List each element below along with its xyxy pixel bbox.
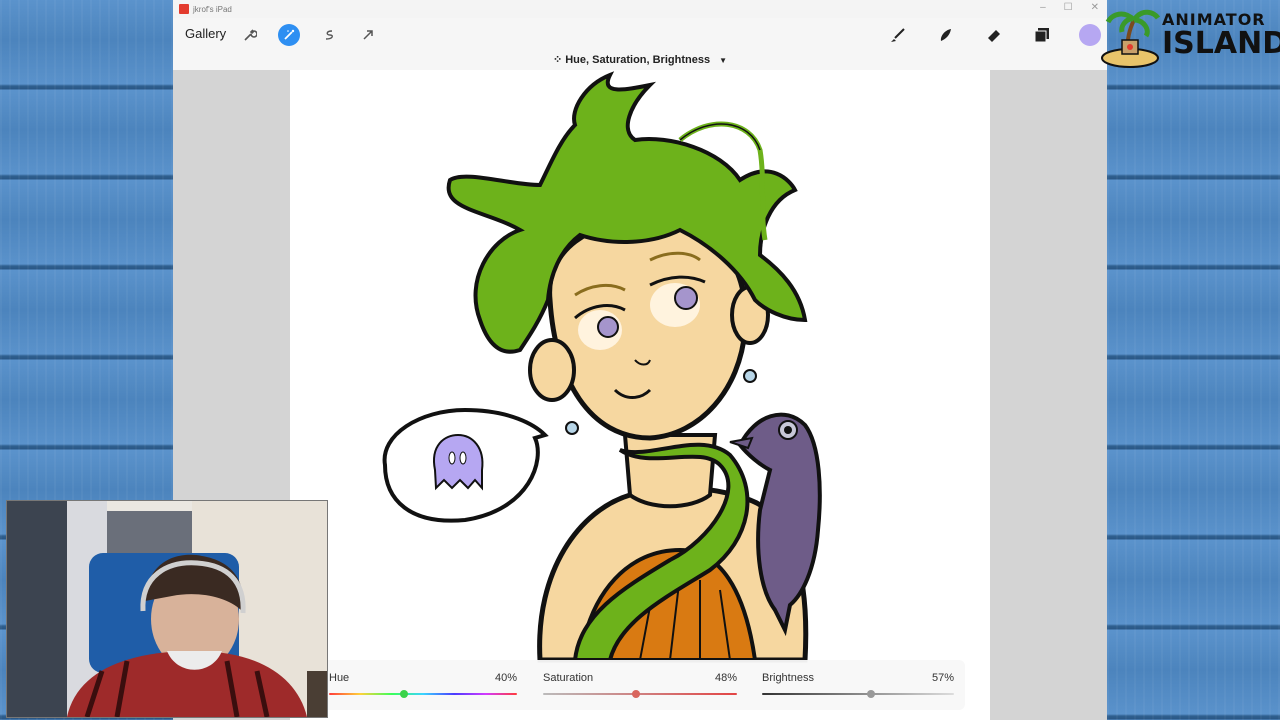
- app-icon: [179, 4, 189, 14]
- brightness-slider[interactable]: Brightness 57%: [762, 670, 954, 700]
- layers-icon[interactable]: [1031, 24, 1053, 46]
- hue-slider[interactable]: Hue 40%: [329, 670, 517, 700]
- window-title: jkrof's iPad: [193, 4, 232, 14]
- adjustment-title-text: Hue, Saturation, Brightness: [565, 54, 711, 66]
- minimize-icon[interactable]: –: [1040, 2, 1046, 13]
- saturation-label: Saturation: [543, 672, 594, 684]
- wrench-icon[interactable]: [239, 24, 261, 46]
- selection-icon[interactable]: [318, 24, 340, 46]
- eraser-icon[interactable]: [983, 24, 1005, 46]
- hue-knob[interactable]: [400, 690, 409, 698]
- logo-line2: ISLAND: [1162, 26, 1280, 61]
- hue-value: 40%: [494, 672, 517, 684]
- hue-track[interactable]: [329, 693, 517, 695]
- brush-icon[interactable]: [887, 24, 909, 46]
- gallery-button[interactable]: Gallery: [185, 26, 226, 41]
- title-bar: jkrof's iPad – ☐ ✕: [173, 0, 1107, 18]
- saturation-slider[interactable]: Saturation 48%: [543, 670, 737, 700]
- drawing-canvas[interactable]: [290, 70, 990, 720]
- maximize-icon[interactable]: ☐: [1064, 2, 1073, 13]
- adjustment-title[interactable]: ⁘ Hue, Saturation, Brightness ▼: [173, 53, 1107, 66]
- brightness-value: 57%: [931, 672, 954, 684]
- transform-arrow-icon[interactable]: [357, 24, 379, 46]
- color-swatch[interactable]: [1079, 24, 1101, 46]
- hsb-panel: Hue 40% Saturation 48% Brightness 57%: [323, 660, 965, 710]
- logo-text: ANIMATOR ISLAND: [1162, 12, 1280, 59]
- magic-wand-icon[interactable]: [278, 24, 300, 46]
- adjustment-icon: ⁘: [552, 54, 563, 66]
- brightness-track[interactable]: [762, 693, 954, 695]
- window-controls: – ☐ ✕: [1040, 2, 1099, 13]
- close-icon[interactable]: ✕: [1091, 2, 1099, 13]
- smudge-icon[interactable]: [935, 24, 957, 46]
- island-icon: [1101, 9, 1161, 68]
- caret-down-icon: ▼: [719, 56, 728, 65]
- brightness-knob[interactable]: [867, 690, 876, 698]
- animator-island-logo: ANIMATOR ISLAND: [1100, 6, 1280, 70]
- saturation-knob[interactable]: [632, 690, 641, 698]
- hue-label: Hue: [329, 672, 350, 684]
- webcam-image: [7, 501, 327, 717]
- character-illustration: [382, 71, 822, 663]
- toolbar: Gallery ⁘ Hue, Saturation, Brightness ▼: [173, 18, 1107, 70]
- brightness-label: Brightness: [762, 672, 814, 684]
- saturation-value: 48%: [714, 672, 737, 684]
- webcam-feed: [6, 500, 328, 718]
